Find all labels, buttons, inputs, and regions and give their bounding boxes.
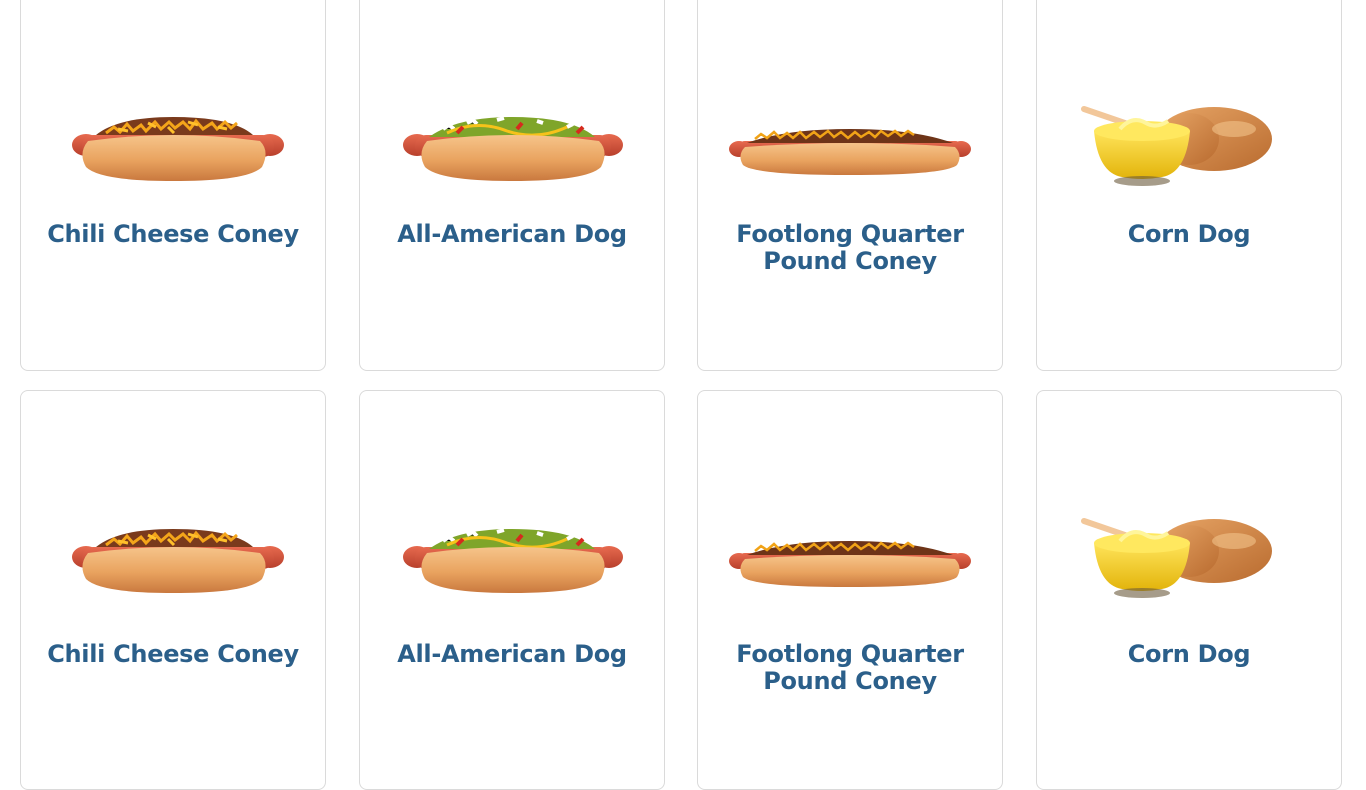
menu-item-card[interactable]: Chili Cheese Coney xyxy=(20,0,326,371)
menu-item-card[interactable]: Footlong Quarter Pound Coney xyxy=(697,390,1003,790)
menu-item-title: Corn Dog xyxy=(1127,220,1251,248)
corn-dog-image xyxy=(1037,501,1341,601)
menu-item-card[interactable]: Corn Dog xyxy=(1036,390,1342,790)
menu-item-card[interactable]: All-American Dog xyxy=(359,0,665,371)
menu-item-card[interactable]: All-American Dog xyxy=(359,390,665,790)
all-american-dog-image xyxy=(360,501,664,601)
menu-item-title: Chili Cheese Coney xyxy=(47,220,299,248)
corn-dog-image xyxy=(1037,89,1341,189)
menu-item-title: All-American Dog xyxy=(397,220,627,248)
menu-item-title: All-American Dog xyxy=(397,640,627,668)
all-american-dog-image xyxy=(360,89,664,189)
footlong-quarter-pound-coney-image xyxy=(698,501,1002,601)
menu-grid: Chili Cheese Coney All-American Dog Foot… xyxy=(0,0,1366,790)
chili-cheese-coney-image xyxy=(21,501,325,601)
menu-item-card[interactable]: Corn Dog xyxy=(1036,0,1342,371)
menu-item-title: Footlong Quarter Pound Coney xyxy=(736,640,964,695)
menu-item-title: Chili Cheese Coney xyxy=(47,640,299,668)
footlong-quarter-pound-coney-image xyxy=(698,89,1002,189)
menu-item-title: Corn Dog xyxy=(1127,640,1251,668)
chili-cheese-coney-image xyxy=(21,89,325,189)
menu-item-card[interactable]: Chili Cheese Coney xyxy=(20,390,326,790)
menu-item-title: Footlong Quarter Pound Coney xyxy=(736,220,964,275)
menu-item-card[interactable]: Footlong Quarter Pound Coney xyxy=(697,0,1003,371)
